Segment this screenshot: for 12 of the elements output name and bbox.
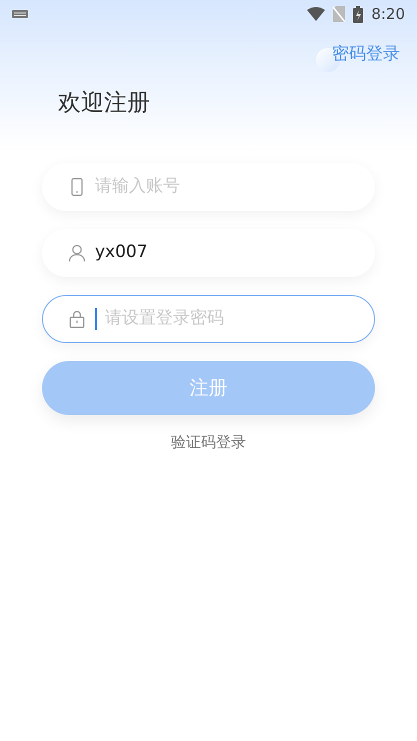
status-time: 8:20	[371, 4, 405, 25]
sms-login-link[interactable]: 验证码登录	[171, 431, 246, 454]
user-icon	[67, 243, 87, 263]
lock-icon	[67, 309, 87, 329]
password-login-link[interactable]: 密码登录	[332, 44, 400, 64]
battery-charging-icon	[353, 6, 364, 22]
no-sim-icon	[333, 6, 346, 22]
input-field[interactable]: yx007	[42, 229, 375, 277]
text-cursor	[95, 308, 97, 330]
keyboard-icon	[12, 9, 28, 19]
wifi-icon	[307, 7, 326, 21]
page-title: 欢迎注册	[58, 88, 151, 118]
